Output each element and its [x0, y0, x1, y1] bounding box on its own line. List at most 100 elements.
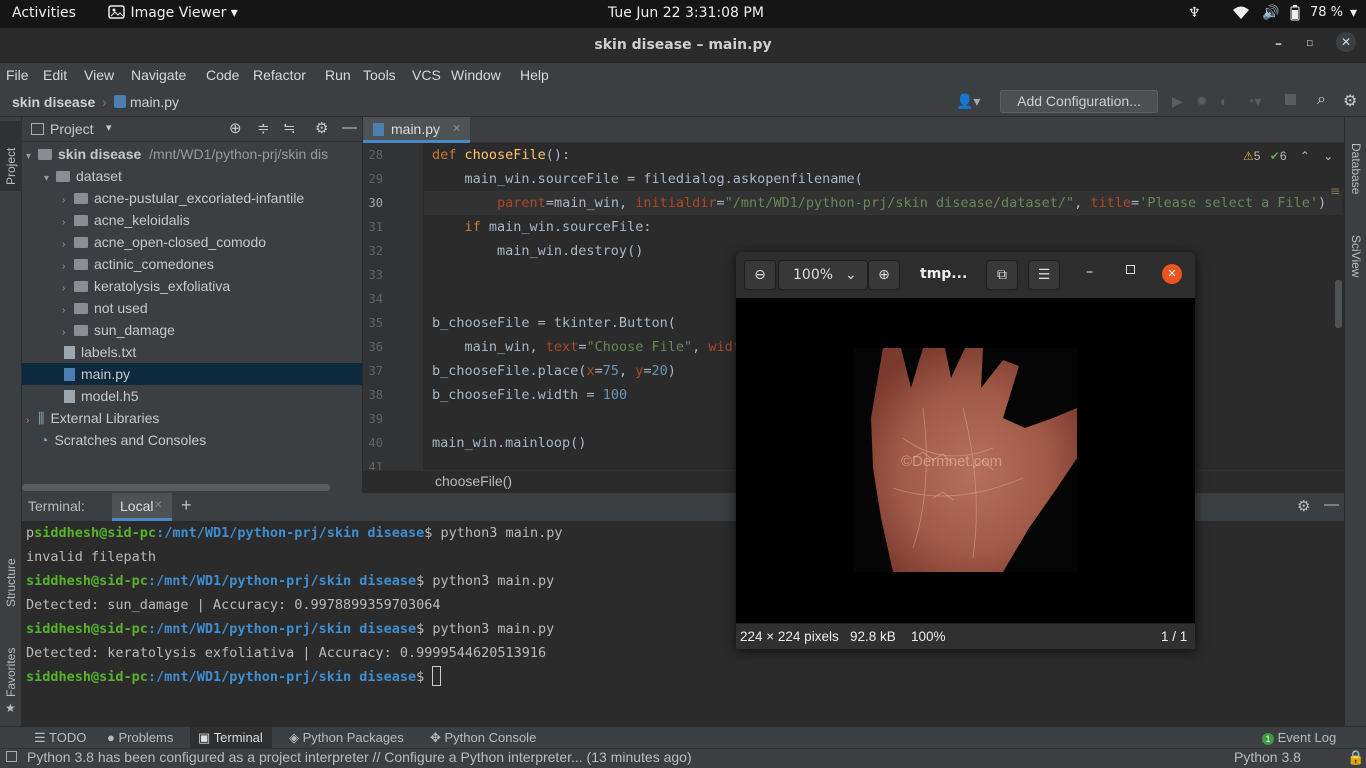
menu-help[interactable]: Help [520, 67, 549, 83]
line-number: 39 [368, 412, 383, 426]
tree-file-labels[interactable]: labels.txt [64, 341, 136, 363]
project-tool-button[interactable]: Project [0, 121, 22, 191]
tab-close-icon[interactable]: ✕ [452, 122, 461, 135]
hide-panel-icon[interactable]: — [342, 119, 357, 136]
menu-code[interactable]: Code [206, 67, 239, 83]
maximize-icon[interactable] [1126, 265, 1135, 274]
tree-folder[interactable]: › keratolysis_exfoliativa [62, 275, 230, 297]
battery-icon[interactable] [1290, 5, 1300, 22]
menu-file[interactable]: File [6, 67, 29, 83]
next-highlight-icon[interactable]: ⌄ [1323, 149, 1333, 163]
wifi-icon[interactable] [1232, 5, 1250, 23]
panel-gear-icon[interactable]: ⚙ [315, 119, 328, 137]
locate-icon[interactable]: ⊕ [229, 119, 242, 137]
nav-separator: › [102, 94, 107, 110]
stop-icon[interactable] [1285, 94, 1296, 105]
tree-folder[interactable]: › actinic_comedones [62, 253, 214, 275]
horizontal-scrollbar[interactable] [22, 484, 330, 491]
minimize-icon[interactable]: – [1275, 36, 1282, 52]
terminal-gear-icon[interactable]: ⚙ [1297, 497, 1310, 515]
tree-folder[interactable]: › acne_keloidalis [62, 209, 190, 231]
nav-project[interactable]: skin disease [12, 94, 95, 110]
tab-main-py[interactable]: main.py ✕ [363, 117, 470, 143]
tree-folder[interactable]: › not used [62, 297, 148, 319]
clock[interactable]: Tue Jun 22 3:31:08 PM [608, 5, 764, 21]
menu-edit[interactable]: Edit [43, 67, 67, 83]
python-console-tool-button[interactable]: ✥ Python Console [430, 730, 536, 746]
close-icon[interactable]: ✕ [1336, 32, 1356, 52]
tree-file-main-selected[interactable]: main.py [22, 363, 362, 385]
minimize-icon[interactable]: – [1086, 264, 1093, 280]
expand-all-icon[interactable]: ≑ [257, 119, 270, 137]
hide-terminal-icon[interactable]: — [1324, 496, 1339, 513]
image-viewer-headerbar: ⊖ 100% ⌄ ⊕ tmp... ⧉ ☰ – ✕ [736, 252, 1195, 298]
menu-run[interactable]: Run [325, 67, 351, 83]
tab-close-icon[interactable]: ✕ [154, 500, 162, 511]
tree-folder[interactable]: › sun_damage [62, 319, 175, 341]
tree-root[interactable]: ▾ skin disease /mnt/WD1/python-prj/skin d… [26, 143, 328, 165]
profile-icon[interactable]: ◔▾ [1246, 93, 1261, 110]
menu-vcs[interactable]: VCS [412, 67, 441, 83]
settings-gear-icon[interactable]: ⚙ [1343, 91, 1357, 111]
chevron-down-icon[interactable]: ▾ [106, 121, 112, 134]
terminal-tool-button[interactable]: ▣ Terminal [190, 727, 272, 748]
error-stripe-mark[interactable]: ≡ [1330, 184, 1344, 202]
structure-tool-button[interactable]: Structure [4, 558, 18, 607]
hamburger-menu-button[interactable]: ☰ [1028, 260, 1060, 290]
menu-refactor[interactable]: Refactor [253, 67, 306, 83]
menu-tools[interactable]: Tools [363, 67, 396, 83]
editor-scrollbar[interactable] [1335, 280, 1342, 328]
sciview-tool-button[interactable]: SciView [1349, 235, 1363, 277]
nav-file[interactable]: main.py [130, 94, 179, 110]
previous-highlight-icon[interactable]: ⌃ [1300, 149, 1310, 163]
gallery-button[interactable]: ⧉ [986, 260, 1018, 290]
app-menu[interactable]: Image Viewer ▾ [108, 5, 238, 21]
problems-tool-button[interactable]: ● Problems [107, 730, 173, 745]
activities-button[interactable]: Activities [12, 5, 76, 21]
tree-label: acne_open-closed_comodo [94, 234, 267, 250]
zoom-in-button[interactable]: ⊕ [868, 260, 900, 290]
accessibility-icon[interactable]: ♆ [1188, 5, 1201, 21]
search-icon[interactable]: ⌕ [1317, 91, 1326, 109]
terminal-tab-local[interactable]: Local ✕ [112, 493, 172, 521]
zoom-level-dropdown[interactable]: 100% ⌄ [778, 260, 868, 290]
restore-icon[interactable]: ▫ [1306, 36, 1313, 49]
collapse-all-icon[interactable]: ≒ [283, 119, 296, 137]
lock-icon[interactable]: 🔒 [1347, 749, 1364, 766]
image-canvas[interactable]: ©Dermnet.com [736, 298, 1195, 623]
tree-scratches[interactable]: ◔ Scratches and Consoles [40, 429, 206, 451]
tab-label: main.py [391, 121, 441, 137]
event-log-tool-button[interactable]: 1 Event Log [1262, 730, 1336, 745]
menu-window[interactable]: Window [451, 67, 501, 83]
tree-folder[interactable]: › acne_open-closed_comodo [62, 231, 266, 253]
python-packages-tool-button[interactable]: ◈ Python Packages [289, 730, 404, 746]
breadcrumb-function[interactable]: chooseFile() [435, 473, 512, 489]
status-toggle-icon[interactable] [6, 751, 17, 762]
project-panel-title[interactable]: Project [50, 121, 94, 137]
new-terminal-icon[interactable]: + [181, 495, 192, 516]
tree-external-libraries[interactable]: › ⫼ External Libraries [26, 407, 159, 429]
tree-folder-dataset[interactable]: ▾ dataset [44, 165, 122, 187]
menu-navigate[interactable]: Navigate [131, 67, 186, 83]
watermark-text: ©Dermnet.com [901, 453, 1002, 470]
tree-file-model[interactable]: model.h5 [64, 385, 139, 407]
favorites-tool-button[interactable]: Favorites [4, 648, 18, 697]
database-tool-button[interactable]: Database [1349, 143, 1363, 194]
todo-tool-button[interactable]: ☰ TODO [34, 730, 86, 746]
coverage-icon[interactable]: ◐ [1220, 93, 1228, 109]
run-icon[interactable]: ▶ [1172, 93, 1183, 110]
tree-folder[interactable]: › acne-pustular_excoriated-infantile [62, 187, 304, 209]
debug-icon[interactable]: ✹ [1196, 93, 1208, 110]
menu-view[interactable]: View [84, 67, 114, 83]
system-menu-arrow[interactable]: ▾ [1350, 5, 1357, 21]
status-message[interactable]: Python 3.8 has been configured as a proj… [27, 749, 692, 765]
add-configuration-button[interactable]: Add Configuration... [1000, 90, 1158, 113]
zoom-out-button[interactable]: ⊖ [744, 260, 776, 290]
terminal-tab-label: Local [120, 498, 154, 514]
user-icon[interactable]: 👤▾ [956, 93, 980, 110]
close-icon[interactable]: ✕ [1162, 264, 1182, 284]
inspection-widget[interactable]: ⚠5 ✔6 ⌃ ⌄ [1243, 149, 1333, 163]
app-name: Image Viewer [130, 5, 227, 21]
volume-icon[interactable]: 🔊 [1262, 5, 1279, 21]
interpreter-selector[interactable]: Python 3.8 [1234, 749, 1301, 765]
